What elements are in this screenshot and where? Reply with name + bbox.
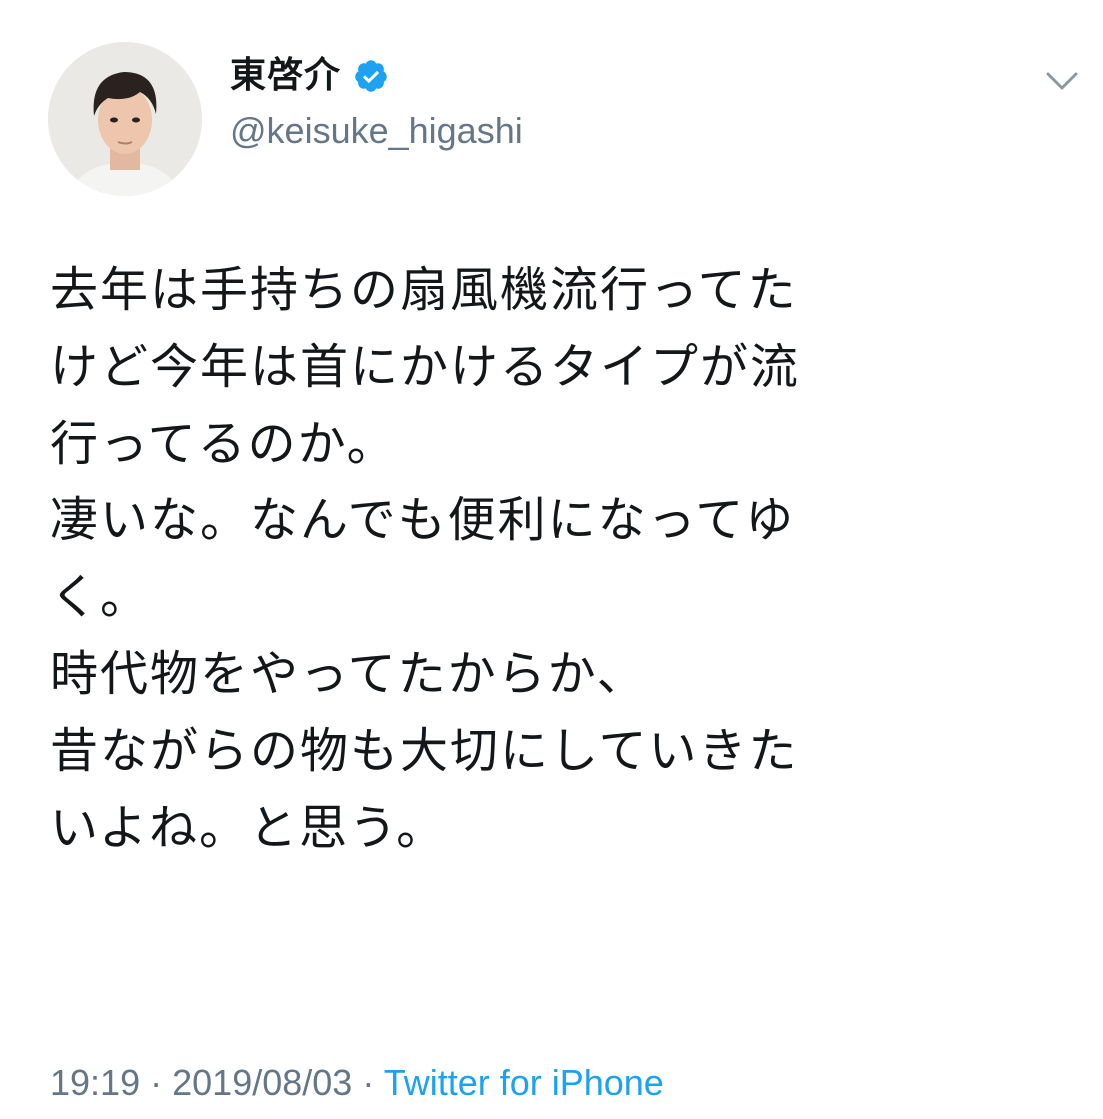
tweet-source-link[interactable]: Twitter for iPhone	[384, 1062, 664, 1103]
verified-badge-icon	[353, 58, 389, 94]
display-name[interactable]: 東啓介	[230, 50, 341, 102]
tweet-line: 昔ながらの物も大切にしていきた	[50, 722, 799, 779]
avatar-photo	[48, 42, 202, 196]
tweet-text: 去年は手持ちの扇風機流行ってた けど今年は首にかけるタイプが流 行ってるのか。 …	[50, 252, 1070, 866]
tweet-line: 凄いな。なんでも便利になってゆ	[50, 492, 796, 549]
avatar[interactable]	[48, 42, 202, 196]
meta-separator: ·	[150, 1062, 163, 1103]
tweet-date[interactable]: 2019/08/03	[172, 1062, 352, 1103]
tweet-meta: 19:19 · 2019/08/03 · Twitter for iPhone	[50, 1060, 664, 1106]
tweet-line: 行ってるのか。	[50, 415, 397, 472]
meta-separator: ·	[362, 1062, 375, 1103]
tweet-time[interactable]: 19:19	[50, 1062, 140, 1103]
tweet-line: けど今年は首にかけるタイプが流	[50, 338, 801, 395]
tweet-line: く。	[50, 569, 151, 626]
tweet-line: 去年は手持ちの扇風機流行ってた	[50, 262, 798, 318]
tweet-line: いよね。と思う。	[50, 799, 447, 856]
tweet-line: 時代物をやってたからか、	[50, 645, 647, 702]
user-handle[interactable]: @keisuke_higashi	[230, 108, 523, 154]
name-row: 東啓介	[230, 50, 389, 102]
chevron-down-icon[interactable]	[1042, 66, 1082, 96]
